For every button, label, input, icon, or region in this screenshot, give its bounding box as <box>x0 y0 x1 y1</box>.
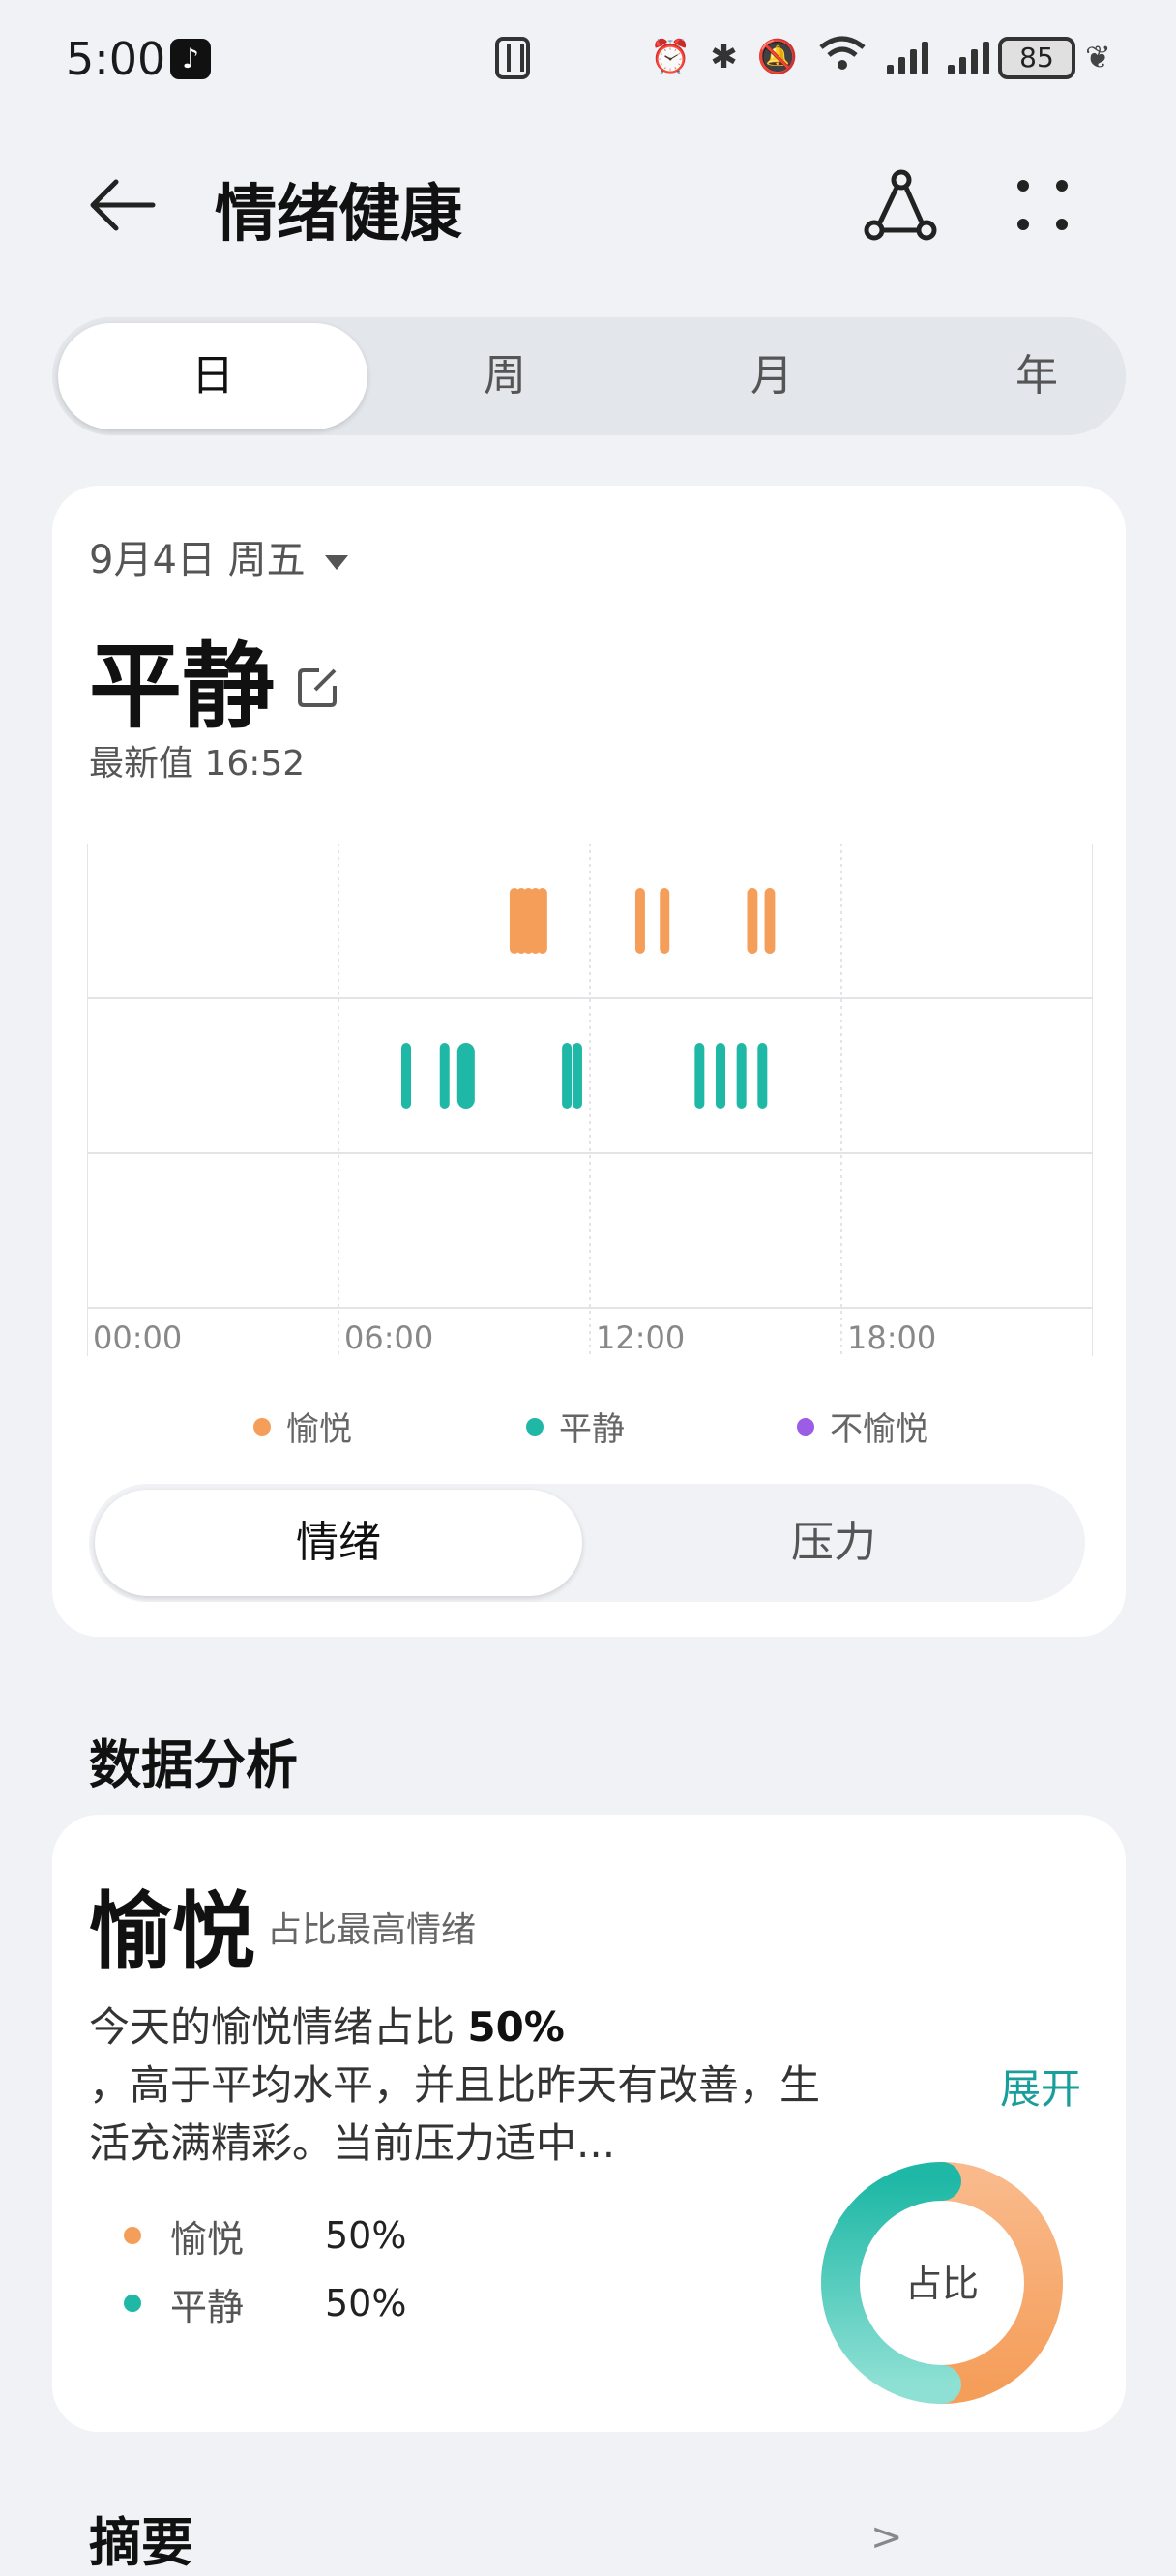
tab-month[interactable]: 月 <box>638 317 905 435</box>
legend-label: 不愉悦 <box>830 1410 928 1449</box>
nfc-icon <box>495 37 530 79</box>
ratio-donut-chart: 占比 <box>821 2162 1063 2404</box>
app-header: 情绪健康 <box>0 145 1176 261</box>
x-tick-label: 06:00 <box>344 1319 433 1356</box>
analysis-text-pct: 50% <box>467 2003 565 2051</box>
legend-dot <box>253 1417 271 1436</box>
more-dots-icon <box>1017 180 1068 230</box>
signal-icon <box>887 40 929 74</box>
ratio-row-joy: 愉悦 50% <box>124 2202 406 2269</box>
ratio-list: 愉悦 50% 平静 50% <box>124 2202 406 2337</box>
arrow-left-icon <box>90 179 156 231</box>
x-tick-label: 12:00 <box>596 1319 685 1356</box>
emotion-timeline-chart: 00:00 06:00 12:00 18:00 <box>87 844 1093 1356</box>
status-bar: 5:00 ♪ ⏰ ✱ 🔕 85 ❦ <box>0 0 1176 116</box>
analysis-text: 今天的愉悦情绪占比 50% ，高于平均水平，并且比昨天有改善，生活充满精彩。当前压… <box>89 1999 1095 2173</box>
emotion-mark <box>660 888 670 954</box>
ratio-dot <box>124 2227 141 2244</box>
emotion-mark <box>439 1043 450 1109</box>
ratio-dot <box>124 2295 141 2312</box>
share-icon <box>864 169 937 241</box>
legend-dot <box>526 1417 544 1436</box>
caret-down-icon <box>324 554 348 570</box>
emotion-mark <box>736 1043 747 1109</box>
top-emotion-subtitle: 占比最高情绪 <box>267 1910 477 1950</box>
analysis-text-post: ，高于平均水平，并且比昨天有改善，生活充满精彩。当前压力适中... <box>89 2061 821 2167</box>
expand-link[interactable]: 展开 <box>1000 2057 1081 2116</box>
battery-icon: 85 <box>998 37 1075 79</box>
legend-item-calm: 平静 <box>526 1403 625 1450</box>
latest-value: 最新值 16:52 <box>89 744 306 784</box>
date-label: 9月4日 周五 <box>89 538 306 582</box>
legend-item-joy: 愉悦 <box>253 1403 352 1450</box>
emotion-mark <box>572 1043 582 1109</box>
x-tick-label: 18:00 <box>847 1319 936 1356</box>
emotion-summary-card: 9月4日 周五 平静 最新值 16:52 00:00 06:00 12:00 18:0… <box>52 486 1126 1637</box>
legend-item-unpleasant: 不愉悦 <box>797 1403 928 1450</box>
date-selector[interactable]: 9月4日 周五 <box>89 528 348 584</box>
signal-icon <box>948 40 990 74</box>
page-title: 情绪健康 <box>215 179 462 251</box>
edit-button[interactable] <box>294 665 340 711</box>
ratio-name: 平静 <box>170 2285 245 2328</box>
wifi-icon <box>817 34 867 81</box>
toggle-stress[interactable]: 压力 <box>588 1484 1079 1602</box>
share-button[interactable] <box>859 164 942 248</box>
emotion-mark <box>562 1043 573 1109</box>
emotion-mark <box>764 888 776 954</box>
ratio-pct: 50% <box>325 2214 407 2257</box>
leaf-icon: ❦ <box>1085 39 1111 75</box>
emotion-mark <box>401 1043 411 1109</box>
legend-label: 愉悦 <box>286 1410 352 1449</box>
emotion-mark <box>747 888 758 954</box>
tab-day[interactable]: 日 <box>58 323 368 429</box>
current-mood: 平静 <box>89 633 275 741</box>
legend-label: 平静 <box>559 1410 625 1449</box>
emotion-mark <box>456 1043 475 1109</box>
period-tabs: 日 周 月 年 <box>52 317 1126 435</box>
x-tick-label: 00:00 <box>93 1319 182 1356</box>
chevron-right-icon[interactable]: > <box>870 2515 903 2560</box>
back-button[interactable] <box>85 166 162 244</box>
legend-dot <box>797 1417 814 1436</box>
tiktok-icon: ♪ <box>170 39 211 79</box>
edit-icon <box>298 668 337 707</box>
emotion-mark <box>716 1043 725 1109</box>
bluetooth-icon: ✱ <box>710 38 738 76</box>
more-options-button[interactable] <box>1012 174 1073 236</box>
status-icons: ⏰ ✱ 🔕 <box>650 33 990 81</box>
section-title-analysis: 数据分析 <box>89 1734 298 1795</box>
ratio-pct: 50% <box>325 2282 407 2324</box>
tab-year[interactable]: 年 <box>903 317 1170 435</box>
chart-mode-toggle: 情绪 压力 <box>89 1484 1085 1602</box>
top-emotion: 愉悦 <box>89 1883 255 1980</box>
emotion-mark <box>757 1043 768 1109</box>
ratio-row-calm: 平静 50% <box>124 2269 406 2337</box>
toggle-emotion[interactable]: 情绪 <box>95 1490 582 1596</box>
status-time: 5:00 <box>66 33 166 85</box>
tab-week[interactable]: 周 <box>371 317 638 435</box>
analysis-card: 愉悦 占比最高情绪 今天的愉悦情绪占比 50% ，高于平均水平，并且比昨天有改善，… <box>52 1815 1126 2432</box>
donut-center-label: 占比 <box>905 2263 979 2305</box>
emotion-mark <box>537 888 547 954</box>
section-title-summary: 摘要 <box>89 2512 193 2573</box>
emotion-mark <box>634 888 645 954</box>
alarm-icon: ⏰ <box>650 38 691 76</box>
mute-icon: 🔕 <box>756 38 799 76</box>
emotion-mark <box>694 1043 705 1109</box>
ratio-name: 愉悦 <box>170 2217 245 2261</box>
analysis-text-pre: 今天的愉悦情绪占比 <box>89 2003 468 2051</box>
